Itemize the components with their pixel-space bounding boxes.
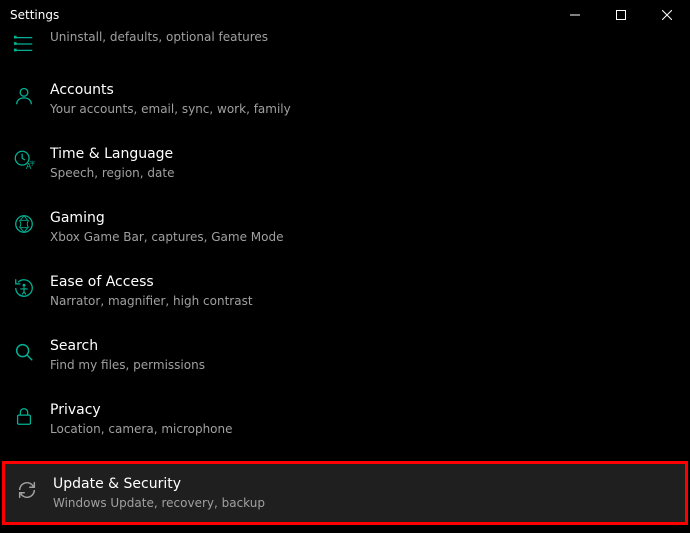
settings-item-text: Search Find my files, permissions <box>50 338 205 372</box>
close-icon <box>662 10 672 20</box>
settings-item-title: Privacy <box>50 402 233 419</box>
settings-item-search[interactable]: Search Find my files, permissions <box>0 330 690 384</box>
ease-of-access-icon <box>12 276 36 300</box>
settings-item-text: Ease of Access Narrator, magnifier, high… <box>50 274 253 308</box>
update-security-icon <box>15 478 39 502</box>
settings-item-desc: Narrator, magnifier, high contrast <box>50 294 253 308</box>
settings-item-apps[interactable]: Uninstall, defaults, optional features <box>0 30 690 64</box>
titlebar: Settings <box>0 0 690 30</box>
settings-item-title: Time & Language <box>50 146 174 163</box>
settings-item-desc: Xbox Game Bar, captures, Game Mode <box>50 230 283 244</box>
search-icon <box>12 340 36 364</box>
time-language-icon: A 字 <box>12 148 36 172</box>
settings-item-desc: Uninstall, defaults, optional features <box>50 30 268 44</box>
window-controls <box>552 0 690 30</box>
settings-item-title: Update & Security <box>53 476 265 493</box>
settings-item-gaming[interactable]: Gaming Xbox Game Bar, captures, Game Mod… <box>0 202 690 256</box>
settings-item-privacy[interactable]: Privacy Location, camera, microphone <box>0 394 690 448</box>
settings-list: Uninstall, defaults, optional features A… <box>0 30 690 524</box>
minimize-button[interactable] <box>552 0 598 30</box>
gaming-icon <box>12 212 36 236</box>
accounts-icon <box>12 84 36 108</box>
settings-item-desc: Windows Update, recovery, backup <box>53 496 265 510</box>
settings-item-text: Uninstall, defaults, optional features <box>50 30 268 44</box>
settings-item-desc: Speech, region, date <box>50 166 174 180</box>
settings-item-text: Accounts Your accounts, email, sync, wor… <box>50 82 291 116</box>
settings-item-desc: Your accounts, email, sync, work, family <box>50 102 291 116</box>
settings-item-accounts[interactable]: Accounts Your accounts, email, sync, wor… <box>0 74 690 128</box>
window-title: Settings <box>10 8 59 22</box>
maximize-icon <box>616 10 626 20</box>
settings-item-title: Gaming <box>50 210 283 227</box>
privacy-icon <box>12 404 36 428</box>
minimize-icon <box>570 10 580 20</box>
settings-item-desc: Location, camera, microphone <box>50 422 233 436</box>
settings-item-update-security[interactable]: Update & Security Windows Update, recove… <box>3 462 687 524</box>
settings-item-desc: Find my files, permissions <box>50 358 205 372</box>
settings-item-time-language[interactable]: A 字 Time & Language Speech, region, date <box>0 138 690 192</box>
svg-text:字: 字 <box>30 160 36 168</box>
settings-item-title: Search <box>50 338 205 355</box>
maximize-button[interactable] <box>598 0 644 30</box>
close-button[interactable] <box>644 0 690 30</box>
apps-icon <box>12 32 36 56</box>
settings-item-text: Privacy Location, camera, microphone <box>50 402 233 436</box>
settings-item-text: Gaming Xbox Game Bar, captures, Game Mod… <box>50 210 283 244</box>
settings-item-text: Update & Security Windows Update, recove… <box>53 476 265 510</box>
settings-item-title: Ease of Access <box>50 274 253 291</box>
settings-item-ease-of-access[interactable]: Ease of Access Narrator, magnifier, high… <box>0 266 690 320</box>
settings-item-title: Accounts <box>50 82 291 99</box>
settings-item-text: Time & Language Speech, region, date <box>50 146 174 180</box>
